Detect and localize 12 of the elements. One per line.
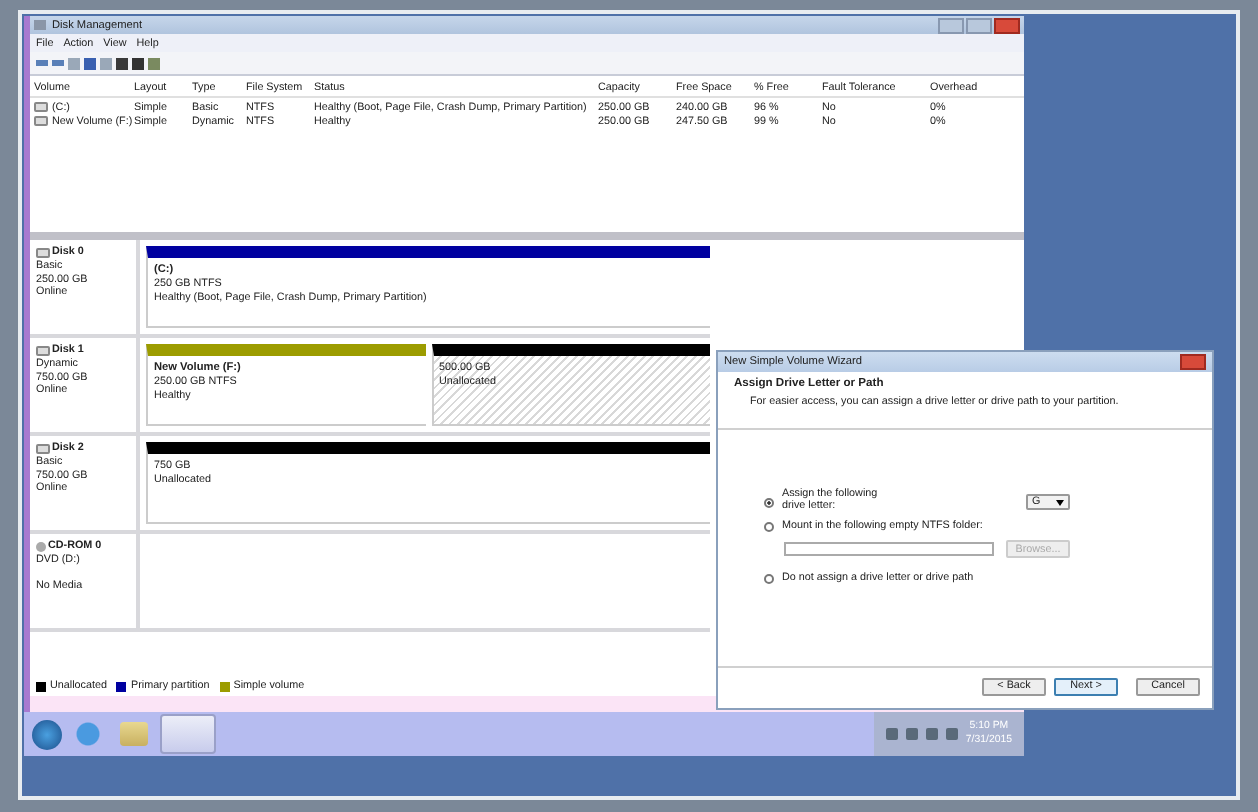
minimize-button[interactable] bbox=[938, 17, 964, 33]
disc-drive-icon bbox=[36, 541, 46, 551]
caret-icon bbox=[1056, 499, 1064, 505]
close-button[interactable] bbox=[994, 17, 1020, 33]
start-button[interactable] bbox=[32, 719, 62, 749]
drive-icon bbox=[36, 345, 50, 355]
radio-button[interactable] bbox=[764, 497, 774, 507]
drive-icon bbox=[36, 247, 50, 257]
radio-button[interactable] bbox=[764, 521, 774, 531]
radio-button[interactable] bbox=[764, 573, 774, 583]
drive-icon bbox=[36, 443, 50, 453]
folder-path-field[interactable] bbox=[784, 542, 994, 556]
